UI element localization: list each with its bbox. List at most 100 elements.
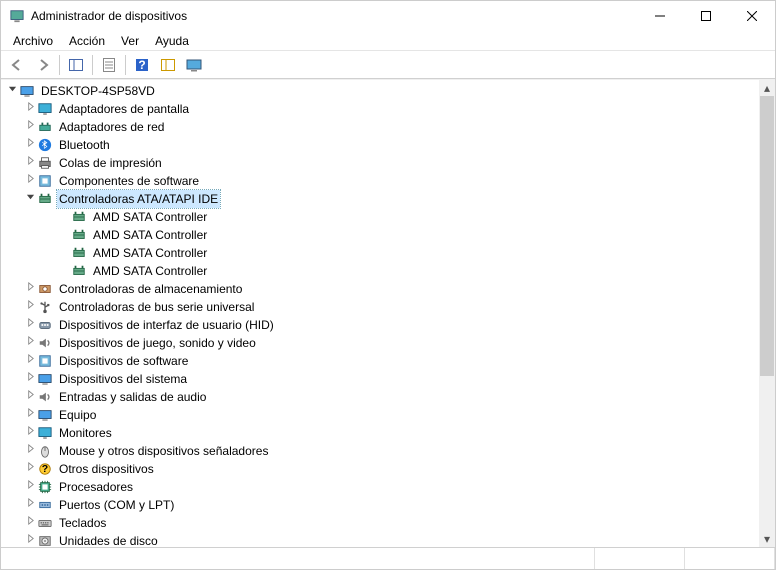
tree-node-label: Puertos (COM y LPT)	[57, 496, 176, 514]
tree-node-label: Monitores	[57, 424, 114, 442]
vertical-scrollbar[interactable]: ▴ ▾	[759, 80, 775, 547]
scroll-thumb[interactable]	[760, 96, 774, 376]
tree-node[interactable]: Adaptadores de red	[3, 118, 759, 136]
menu-help[interactable]: Ayuda	[147, 32, 197, 50]
titlebar: Administrador de dispositivos	[1, 1, 775, 31]
expand-arrow-icon[interactable]	[23, 154, 37, 172]
system-device-icon	[37, 371, 53, 387]
ide-controller-icon	[71, 227, 87, 243]
collapse-arrow-icon[interactable]	[5, 82, 19, 100]
help-button[interactable]: ?	[130, 53, 154, 77]
devices-view-button[interactable]	[182, 53, 206, 77]
tree-node-label: Unidades de disco	[57, 532, 160, 547]
monitor-icon	[37, 425, 53, 441]
expand-arrow-icon[interactable]	[23, 514, 37, 532]
sound-video-game-icon	[37, 335, 53, 351]
back-button[interactable]	[5, 53, 29, 77]
expand-arrow-icon[interactable]	[23, 316, 37, 334]
tree-node[interactable]: AMD SATA Controller	[3, 208, 759, 226]
tree-node-label: Entradas y salidas de audio	[57, 388, 208, 406]
expand-arrow-icon[interactable]	[23, 388, 37, 406]
tree-node-label: Componentes de software	[57, 172, 201, 190]
device-tree[interactable]: DESKTOP-4SP58VDAdaptadores de pantallaAd…	[1, 80, 759, 547]
menu-file[interactable]: Archivo	[5, 32, 61, 50]
minimize-button[interactable]	[637, 1, 683, 31]
expand-arrow-icon[interactable]	[23, 532, 37, 547]
tree-node-label: Controladoras de bus serie universal	[57, 298, 256, 316]
tree-node-label: AMD SATA Controller	[91, 262, 209, 280]
tree-node[interactable]: AMD SATA Controller	[3, 262, 759, 280]
tree-node[interactable]: Equipo	[3, 406, 759, 424]
menubar: Archivo Acción Ver Ayuda	[1, 31, 775, 51]
tree-node-label: AMD SATA Controller	[91, 244, 209, 262]
software-component-icon	[37, 173, 53, 189]
show-hide-tree-button[interactable]	[64, 53, 88, 77]
network-adapter-icon	[37, 119, 53, 135]
menu-action[interactable]: Acción	[61, 32, 113, 50]
tree-node[interactable]: Controladoras de almacenamiento	[3, 280, 759, 298]
expand-arrow-icon[interactable]	[23, 424, 37, 442]
tree-node[interactable]: Controladoras ATA/ATAPI IDE	[3, 190, 759, 208]
expand-arrow-icon[interactable]	[23, 298, 37, 316]
expand-arrow-icon[interactable]	[23, 460, 37, 478]
expand-arrow-icon[interactable]	[23, 478, 37, 496]
toolbar: ?	[1, 51, 775, 79]
scroll-up-arrow-icon[interactable]: ▴	[759, 80, 775, 96]
tree-node[interactable]: Dispositivos del sistema	[3, 370, 759, 388]
expand-arrow-icon[interactable]	[23, 118, 37, 136]
expand-arrow-icon[interactable]	[23, 406, 37, 424]
computer-root-icon	[19, 83, 35, 99]
tree-node-label: Controladoras ATA/ATAPI IDE	[57, 190, 220, 208]
expand-arrow-icon[interactable]	[23, 370, 37, 388]
tree-node[interactable]: Teclados	[3, 514, 759, 532]
ide-controller-icon	[37, 191, 53, 207]
tree-node[interactable]: Dispositivos de interfaz de usuario (HID…	[3, 316, 759, 334]
tree-node[interactable]: Unidades de disco	[3, 532, 759, 547]
tree-node[interactable]: Dispositivos de juego, sonido y video	[3, 334, 759, 352]
expand-arrow-icon[interactable]	[23, 352, 37, 370]
tree-node[interactable]: Mouse y otros dispositivos señaladores	[3, 442, 759, 460]
collapse-arrow-icon[interactable]	[23, 190, 37, 208]
expand-arrow-icon[interactable]	[23, 334, 37, 352]
tree-node[interactable]: Dispositivos de software	[3, 352, 759, 370]
tree-node[interactable]: Controladoras de bus serie universal	[3, 298, 759, 316]
properties-button[interactable]	[97, 53, 121, 77]
expand-arrow-icon[interactable]	[23, 172, 37, 190]
tree-node-label: Colas de impresión	[57, 154, 164, 172]
tree-node[interactable]: AMD SATA Controller	[3, 226, 759, 244]
tree-node-label: Adaptadores de red	[57, 118, 166, 136]
tree-node[interactable]: Entradas y salidas de audio	[3, 388, 759, 406]
tree-node[interactable]: Colas de impresión	[3, 154, 759, 172]
svg-text:?: ?	[42, 463, 48, 475]
tree-node-label: Otros dispositivos	[57, 460, 156, 478]
tree-node-label: Dispositivos del sistema	[57, 370, 189, 388]
expand-arrow-icon[interactable]	[23, 100, 37, 118]
expand-arrow-icon[interactable]	[23, 280, 37, 298]
toolbar-separator	[59, 55, 60, 75]
tree-node[interactable]: Adaptadores de pantalla	[3, 100, 759, 118]
tree-node[interactable]: DESKTOP-4SP58VD	[3, 82, 759, 100]
tree-node-label: Controladoras de almacenamiento	[57, 280, 244, 298]
other-device-icon: ?	[37, 461, 53, 477]
tree-node[interactable]: Monitores	[3, 424, 759, 442]
scan-hardware-button[interactable]	[156, 53, 180, 77]
tree-node[interactable]: AMD SATA Controller	[3, 244, 759, 262]
tree-node[interactable]: Puertos (COM y LPT)	[3, 496, 759, 514]
software-device-icon	[37, 353, 53, 369]
bluetooth-icon	[37, 137, 53, 153]
close-button[interactable]	[729, 1, 775, 31]
maximize-button[interactable]	[683, 1, 729, 31]
mouse-icon	[37, 443, 53, 459]
tree-node[interactable]: Bluetooth	[3, 136, 759, 154]
scroll-down-arrow-icon[interactable]: ▾	[759, 531, 775, 547]
tree-node[interactable]: Componentes de software	[3, 172, 759, 190]
expand-arrow-icon[interactable]	[23, 496, 37, 514]
expand-arrow-icon[interactable]	[23, 442, 37, 460]
forward-button[interactable]	[31, 53, 55, 77]
tree-node[interactable]: Procesadores	[3, 478, 759, 496]
menu-view[interactable]: Ver	[113, 32, 147, 50]
tree-node[interactable]: ? Otros dispositivos	[3, 460, 759, 478]
window-buttons	[637, 1, 775, 31]
status-cell	[685, 548, 775, 569]
expand-arrow-icon[interactable]	[23, 136, 37, 154]
